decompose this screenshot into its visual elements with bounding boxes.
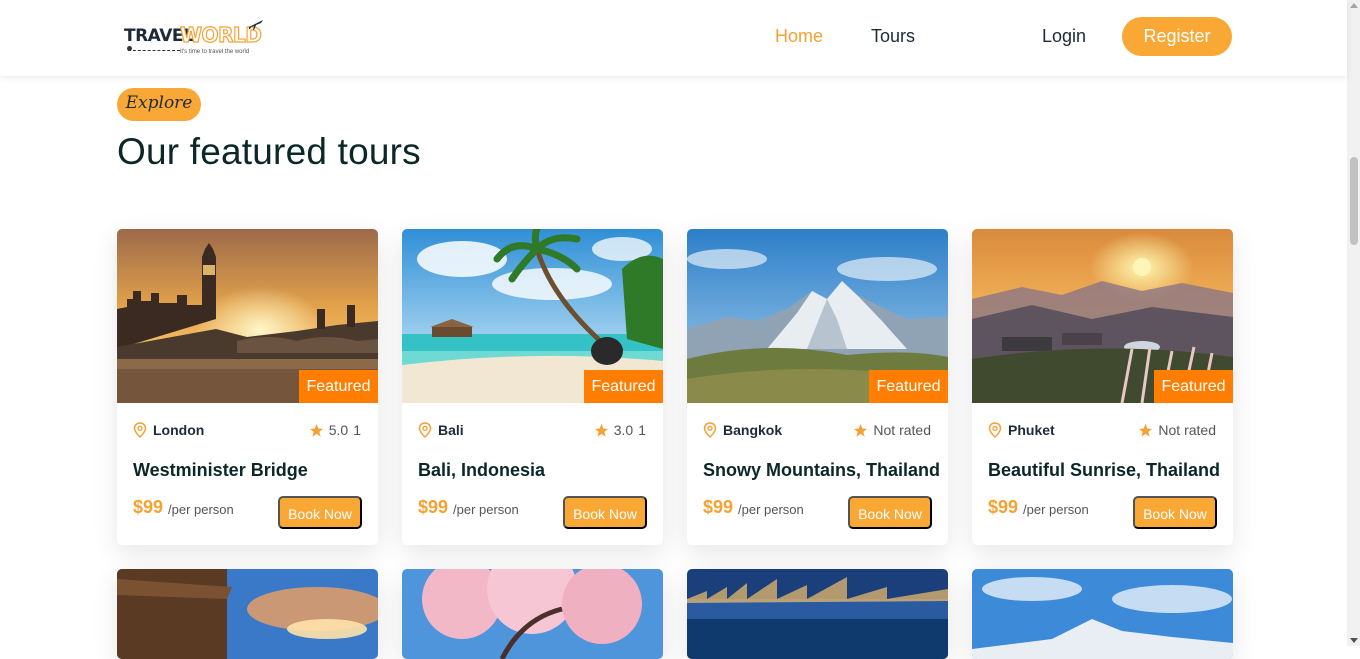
tour-title[interactable]: Westminister Bridge — [133, 460, 308, 481]
tour-rating: 3.0 1 — [594, 422, 646, 438]
price-unit: /per person — [168, 502, 234, 517]
tour-city: London — [153, 422, 205, 438]
price-unit: /per person — [453, 502, 519, 517]
tour-card[interactable]: Featured London 5.0 1 Westminister Bridg… — [117, 229, 378, 545]
book-now-button[interactable]: Book Now — [848, 496, 932, 529]
rating-value: Not rated — [873, 422, 931, 438]
featured-badge: Featured — [299, 370, 378, 403]
tour-city: Bali — [438, 422, 464, 438]
tour-rating: 5.0 1 — [309, 422, 361, 438]
featured-badge: Featured — [869, 370, 948, 403]
star-icon — [854, 423, 868, 437]
map-pin-icon — [988, 422, 1002, 438]
explore-badge: Explore — [117, 88, 201, 121]
logo-tagline: it's time to travel the world — [180, 49, 250, 55]
book-now-button[interactable]: Book Now — [278, 496, 362, 529]
star-icon — [309, 423, 323, 437]
rating-value: Not rated — [1158, 422, 1216, 438]
tour-card[interactable]: Featured Bali 3.0 1 Bali, Indonesia $99 … — [402, 229, 663, 545]
tour-title[interactable]: Snowy Mountains, Thailand — [703, 460, 940, 481]
login-button[interactable]: Login — [1042, 26, 1086, 47]
review-count: 1 — [353, 422, 361, 438]
register-button[interactable]: Register — [1122, 17, 1232, 56]
tour-city: Phuket — [1008, 422, 1055, 438]
nav-tours-link[interactable]: Tours — [871, 26, 915, 47]
tour-price: $99 — [418, 497, 449, 517]
map-pin-icon — [703, 422, 717, 438]
featured-badge: Featured — [584, 370, 663, 403]
travelworld-logo[interactable]: TRAVEL WORLD it's time to travel the wor… — [124, 16, 264, 60]
book-now-button[interactable]: Book Now — [1133, 496, 1217, 529]
tour-card[interactable]: Featured Bangkok Not rated Snowy Mountai… — [687, 229, 948, 545]
book-now-button[interactable]: Book Now — [563, 496, 647, 529]
map-pin-icon — [133, 422, 147, 438]
tour-card[interactable]: Featured Phuket Not rated Beautiful Sunr… — [972, 229, 1233, 545]
scrollbar-thumb[interactable] — [1350, 157, 1358, 245]
scroll-down-arrow-icon[interactable] — [1350, 638, 1358, 643]
featured-badge: Featured — [1154, 370, 1233, 403]
page-scrollbar[interactable] — [1347, 0, 1360, 646]
tour-image[interactable]: Featured — [402, 229, 663, 403]
tour-price: $99 — [133, 497, 164, 517]
review-count: 1 — [638, 422, 646, 438]
star-icon — [1139, 423, 1153, 437]
tour-price: $99 — [703, 497, 734, 517]
price-unit: /per person — [738, 502, 804, 517]
tour-image[interactable]: Featured — [687, 229, 948, 403]
airplane-icon — [249, 20, 263, 30]
section-title: Our featured tours — [117, 131, 421, 172]
tour-rating: Not rated — [1138, 422, 1216, 438]
tour-rating: Not rated — [853, 422, 931, 438]
tour-title[interactable]: Bali, Indonesia — [418, 460, 545, 481]
rating-value: 5.0 — [328, 422, 349, 438]
tour-title[interactable]: Beautiful Sunrise, Thailand — [988, 460, 1220, 481]
logo-dashed-path — [128, 47, 180, 51]
price-unit: /per person — [1023, 502, 1089, 517]
nav-home-link[interactable]: Home — [775, 26, 823, 47]
site-header: TRAVEL WORLD it's time to travel the wor… — [0, 0, 1347, 76]
tour-price: $99 — [988, 497, 1019, 517]
rating-value: 3.0 — [613, 422, 634, 438]
scroll-up-arrow-icon[interactable] — [1350, 3, 1358, 8]
tour-image[interactable]: Featured — [117, 229, 378, 403]
tour-city: Bangkok — [723, 422, 783, 438]
tour-image[interactable]: Featured — [972, 229, 1233, 403]
star-icon — [594, 423, 608, 437]
map-pin-icon — [418, 422, 432, 438]
